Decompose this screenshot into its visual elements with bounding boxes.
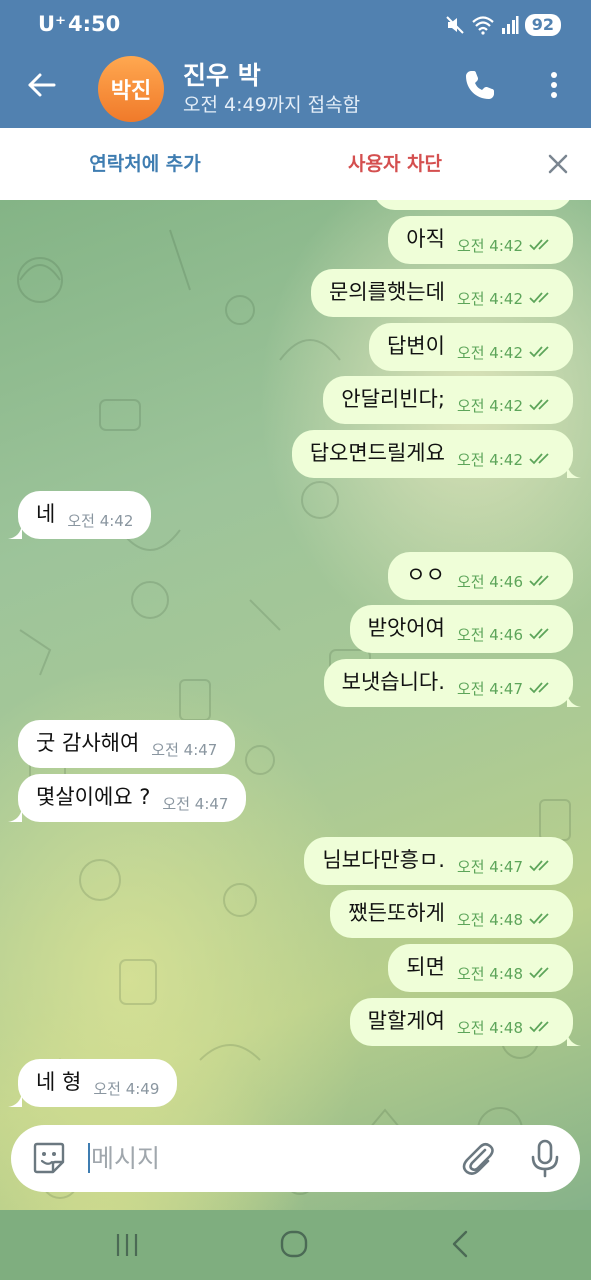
message-text: 문의를햇는데 <box>329 280 445 304</box>
message-time: 오전 4:42 <box>456 450 523 469</box>
message-bubble-outgoing[interactable]: 답변이 오전 4:42 <box>368 323 573 371</box>
message-text: 답변이 <box>386 334 445 358</box>
message-time: 오전 4:42 <box>456 236 523 255</box>
text-caret <box>88 1143 90 1173</box>
block-user-button[interactable]: 사용자 차단 <box>320 128 470 200</box>
message-bubble-outgoing[interactable]: 아직 오전 4:42 <box>388 216 573 264</box>
add-contact-button[interactable]: 연락처에 추가 <box>70 128 220 200</box>
battery-level: 92 <box>524 14 561 36</box>
message-text: 네 <box>36 502 56 526</box>
message-text: 받앗어여 <box>367 616 445 640</box>
message-text: 안달리빈다; <box>341 387 445 411</box>
message-time: 오전 4:47 <box>151 740 218 759</box>
bubble-tail <box>567 464 581 478</box>
double-check-icon <box>529 292 549 304</box>
wifi-icon <box>471 16 494 35</box>
message-text: 말할게여 <box>367 1009 445 1033</box>
message-text: 네 형 <box>36 1070 82 1094</box>
message-text: 답오면드릴게요 <box>309 441 445 465</box>
message-time: 오전 4:42 <box>67 511 134 530</box>
double-check-icon <box>529 967 549 979</box>
double-check-icon <box>529 1021 549 1033</box>
message-bubble-outgoing[interactable]: 보냇습니다. 오전 4:47 <box>323 659 573 707</box>
action-bar: 연락처에 추가 사용자 차단 <box>0 128 591 200</box>
message-text: 아직 <box>406 227 445 251</box>
message-text: ㅇㅇ <box>406 563 445 587</box>
message-bubble-outgoing[interactable]: 문의를햇는데 오전 4:42 <box>311 269 573 317</box>
bubble-tail <box>8 1093 22 1107</box>
home-icon[interactable] <box>278 1228 310 1260</box>
message-bubble-outgoing[interactable]: 받앗어여 오전 4:46 <box>349 605 573 653</box>
microphone-icon[interactable] <box>527 1138 563 1178</box>
bubble-tail <box>567 693 581 707</box>
bubble-tail <box>8 808 22 822</box>
chat-messages[interactable]: 아직 오전 4:42 문의를햇는데 오전 4:42 답변이 오전 4:42 안달… <box>0 200 591 1210</box>
message-bubble-outgoing[interactable]: 말할게여 오전 4:48 <box>349 998 573 1046</box>
message-bubble-outgoing[interactable]: ㅇㅇ 오전 4:46 <box>388 552 573 600</box>
double-check-icon <box>529 346 549 358</box>
status-bar: U⁺ 4:50 92 <box>0 0 591 50</box>
message-time: 오전 4:46 <box>456 625 523 644</box>
status-time: 4:50 <box>68 12 121 36</box>
recent-apps-icon[interactable] <box>112 1230 142 1260</box>
message-time: 오전 4:47 <box>456 857 523 876</box>
back-arrow-icon[interactable] <box>22 65 62 105</box>
more-vert-icon[interactable] <box>540 67 568 103</box>
last-seen-status: 오전 4:49까지 접속함 <box>183 94 361 116</box>
message-text: 님보다만흥ㅁ. <box>322 848 445 872</box>
message-input[interactable] <box>91 1137 421 1179</box>
chat-header: 박진 진우 박 오전 4:49까지 접속함 <box>0 50 591 128</box>
double-check-icon <box>529 913 549 925</box>
system-nav-bar <box>0 1210 591 1280</box>
message-time: 오전 4:48 <box>456 910 523 929</box>
sticker-icon[interactable] <box>31 1140 67 1176</box>
double-check-icon <box>529 239 549 251</box>
close-icon[interactable] <box>540 146 576 182</box>
bubble-tail <box>8 525 22 539</box>
message-time: 오전 4:47 <box>162 794 229 813</box>
message-time: 오전 4:47 <box>456 679 523 698</box>
attach-paperclip-icon[interactable] <box>458 1138 498 1178</box>
message-time: 오전 4:46 <box>456 572 523 591</box>
avatar[interactable]: 박진 <box>98 56 164 122</box>
message-time: 오전 4:48 <box>456 964 523 983</box>
message-bubble-incoming[interactable]: 네 형 오전 4:49 <box>18 1059 178 1107</box>
message-bubble-incoming[interactable]: 네 오전 4:42 <box>18 491 152 539</box>
double-check-icon <box>529 453 549 465</box>
signal-icon <box>501 16 519 34</box>
message-bubble-clipped <box>373 200 573 210</box>
nav-back-icon[interactable] <box>446 1228 474 1260</box>
double-check-icon <box>529 682 549 694</box>
message-bubble-outgoing[interactable]: 답오면드릴게요 오전 4:42 <box>291 430 573 478</box>
message-bubble-incoming[interactable]: 굿 감사해여 오전 4:47 <box>18 720 236 768</box>
contact-name[interactable]: 진우 박 <box>183 56 261 92</box>
message-bubble-outgoing[interactable]: 안달리빈다; 오전 4:42 <box>323 376 573 424</box>
message-time: 오전 4:48 <box>456 1018 523 1037</box>
status-icons: 92 <box>445 12 561 38</box>
message-time: 오전 4:49 <box>93 1079 160 1098</box>
message-text: 되면 <box>406 955 445 979</box>
message-text: 보냇습니다. <box>341 670 445 694</box>
message-composer <box>11 1125 580 1192</box>
message-bubble-incoming[interactable]: 몇살이에요 ? 오전 4:47 <box>18 774 247 822</box>
double-check-icon <box>529 860 549 872</box>
carrier-label: U⁺ <box>38 12 67 36</box>
mute-icon <box>446 16 464 34</box>
double-check-icon <box>529 628 549 640</box>
message-time: 오전 4:42 <box>456 396 523 415</box>
message-bubble-outgoing[interactable]: 되면 오전 4:48 <box>388 944 573 992</box>
double-check-icon <box>529 399 549 411</box>
message-bubble-outgoing[interactable]: 쨌든또하게 오전 4:48 <box>330 890 573 938</box>
message-text: 굿 감사해여 <box>36 731 140 755</box>
message-text: 쨌든또하게 <box>348 901 445 925</box>
double-check-icon <box>529 575 549 587</box>
message-time: 오전 4:42 <box>456 289 523 308</box>
message-bubble-outgoing[interactable]: 님보다만흥ㅁ. 오전 4:47 <box>304 837 573 885</box>
bubble-tail <box>567 1032 581 1046</box>
message-time: 오전 4:42 <box>456 343 523 362</box>
message-text: 몇살이에요 ? <box>36 785 151 809</box>
phone-icon[interactable] <box>462 67 498 103</box>
